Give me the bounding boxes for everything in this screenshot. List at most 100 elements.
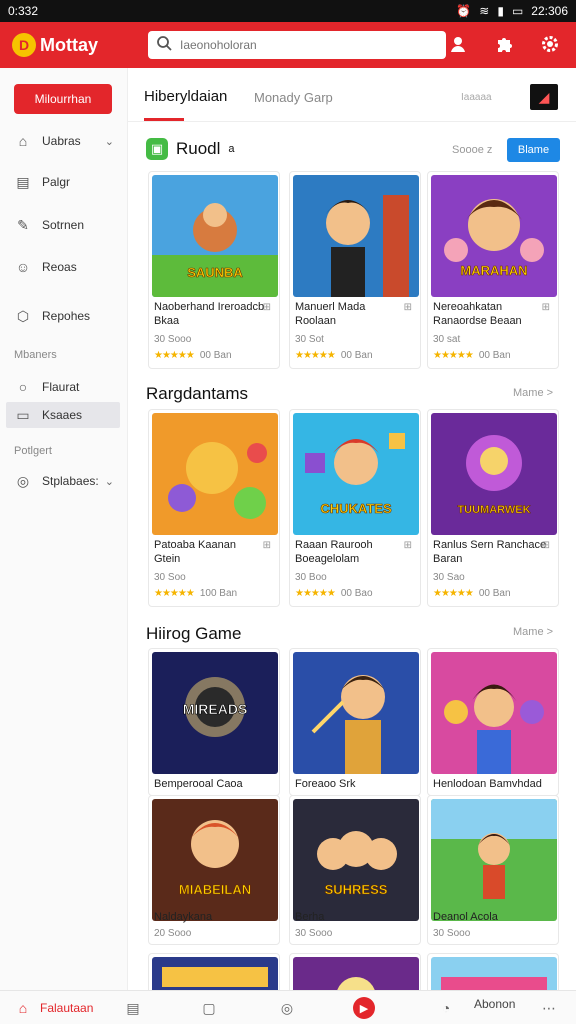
section-title-suffix: a bbox=[228, 143, 235, 155]
game-card[interactable] bbox=[427, 953, 559, 990]
timer-icon: ◔ bbox=[441, 1000, 451, 1016]
game-card[interactable]: MIREADS Bemperooal Caoa bbox=[148, 648, 280, 796]
section-badge-icon: ▣ bbox=[146, 138, 168, 160]
gear-icon[interactable] bbox=[538, 32, 562, 56]
sidebar-item-ksaaes[interactable]: ▭ Ksaaes bbox=[6, 402, 120, 428]
game-card[interactable]: MIABEILAN Naldaykana 20 Sooo bbox=[148, 795, 280, 945]
section-action-button[interactable]: Blame bbox=[507, 138, 560, 162]
star-rating-icon: ★★★★★ bbox=[154, 588, 195, 599]
game-rating-text: 00 Ban bbox=[199, 350, 232, 361]
more-options-icon[interactable]: ⊞ bbox=[404, 302, 412, 313]
game-card[interactable]: SUHRESS Berha 30 Sooo bbox=[289, 795, 421, 945]
logo-mark-icon: D bbox=[12, 33, 36, 57]
tab-extra[interactable]: Iaaaaa bbox=[461, 92, 492, 103]
alarm-icon: ⏰ bbox=[456, 4, 472, 18]
game-card[interactable]: Foreaoo Srk bbox=[289, 648, 421, 796]
sidebar-item-reoas[interactable]: ☺ Reoas bbox=[0, 252, 128, 282]
game-card[interactable]: CHUKATES Raaan Raurooh Boeagelolam 30 Bo… bbox=[289, 409, 421, 607]
game-rating: ★★★★★ 100 Ban bbox=[154, 588, 237, 599]
bottom-nav-center[interactable]: ▶ bbox=[353, 997, 375, 1019]
section-title: Rargdantams bbox=[146, 384, 248, 404]
sidebar-item-flaurat[interactable]: ○ Flaurat bbox=[0, 372, 128, 402]
thumb-title: MIABEILAN bbox=[179, 882, 251, 897]
tab-bar: Hiberyldaian Monady Garp Iaaaaa ◢ bbox=[128, 68, 576, 122]
bottom-nav-compass[interactable]: ◎ bbox=[276, 997, 298, 1019]
battery-icon: ▭ bbox=[511, 4, 524, 18]
sidebar-item-label: Palgr bbox=[42, 175, 71, 189]
folder-icon: ▭ bbox=[16, 406, 30, 423]
game-title: Deanol Acola bbox=[433, 911, 498, 923]
bottom-nav-label: Abonon bbox=[474, 997, 516, 1011]
section-title: Hiirog Game bbox=[146, 624, 241, 644]
game-thumbnail: MIABEILAN bbox=[152, 799, 278, 921]
home-icon: ⌂ bbox=[18, 1000, 28, 1016]
search-input[interactable] bbox=[180, 38, 438, 52]
game-thumbnail: SUHRESS bbox=[293, 799, 419, 921]
section-see-more-link[interactable]: Soooe z bbox=[452, 144, 492, 156]
puzzle-icon[interactable] bbox=[492, 32, 516, 56]
sidebar-item-stplabaes[interactable]: ◎ Stplabaes: ⌄ bbox=[0, 466, 128, 496]
game-card[interactable]: TUUMARWEK Ranlus Sern Ranchace Baran 30 … bbox=[427, 409, 559, 607]
game-meta: 30 Sot bbox=[295, 334, 324, 345]
game-card[interactable]: Deanol Acola 30 Sooo bbox=[427, 795, 559, 945]
app-logo[interactable]: D Mottay bbox=[12, 33, 98, 57]
game-thumbnail: TUUMARWEK bbox=[431, 413, 557, 535]
game-card[interactable]: Patoaba Kaanan Gtein 30 Soo ★★★★★ 100 Ban… bbox=[148, 409, 280, 607]
bottom-nav-document[interactable]: ▢ bbox=[198, 997, 220, 1019]
game-thumbnail: CHUKATES bbox=[293, 413, 419, 535]
more-options-icon[interactable]: ⊞ bbox=[263, 540, 271, 551]
tab-monady-garp[interactable]: Monady Garp bbox=[254, 90, 333, 105]
home-icon: ⌂ bbox=[18, 133, 28, 149]
section-title-text: Ruodl bbox=[176, 139, 221, 158]
bottom-nav-right[interactable]: Abonon bbox=[474, 997, 515, 1011]
game-card[interactable] bbox=[148, 953, 280, 990]
game-meta: 30 Sooo bbox=[295, 928, 333, 939]
game-thumbnail bbox=[431, 799, 557, 921]
sidebar-item-repohes[interactable]: ⬡ Repohes bbox=[0, 301, 128, 331]
status-bar: 0:332 ⏰ ≋ ▮ ▭ 22:306 bbox=[0, 0, 576, 22]
app-name: Mottay bbox=[40, 34, 98, 55]
compass-icon: ◎ bbox=[16, 472, 30, 489]
cube-icon: ⬡ bbox=[16, 307, 30, 324]
game-card[interactable]: MARAHAN Nereoahkatan Ranaordse Beaan 30 … bbox=[427, 171, 559, 369]
sidebar-item-uabras[interactable]: ⌂ Uabras ⌄ bbox=[0, 126, 128, 156]
game-card[interactable]: SAUNBA Naoberhand Ireroadcb Bkaa 30 Sooo… bbox=[148, 171, 280, 369]
game-title: Berha bbox=[295, 911, 325, 923]
chevron-down-icon: ⌄ bbox=[104, 135, 114, 148]
document-icon: ▤ bbox=[16, 173, 30, 190]
more-options-icon[interactable]: ⊞ bbox=[404, 540, 412, 551]
sidebar-item-sotrnen[interactable]: ✎ Sotrnen bbox=[0, 210, 128, 240]
bottom-nav-home[interactable]: ⌂ Falautaan bbox=[12, 997, 94, 1019]
bottom-nav-timer[interactable]: ◔ bbox=[435, 997, 457, 1019]
star-rating-icon: ★★★★★ bbox=[433, 588, 474, 599]
game-card[interactable] bbox=[289, 953, 421, 990]
game-thumbnail bbox=[431, 652, 557, 774]
search-icon[interactable] bbox=[156, 35, 172, 56]
status-right-time: 22:306 bbox=[531, 4, 568, 18]
sidebar-item-palgr[interactable]: ▤ Palgr bbox=[0, 167, 128, 197]
tab-hiberyldaian[interactable]: Hiberyldaian bbox=[144, 88, 227, 105]
section-title: ▣ Ruodl a bbox=[146, 138, 235, 160]
section-more-link[interactable]: Mame > bbox=[513, 387, 553, 399]
sidebar-primary-button[interactable]: Milourrhan bbox=[14, 84, 112, 114]
signal-icon: ▮ bbox=[497, 4, 504, 18]
section-more-link[interactable]: Mame > bbox=[513, 626, 553, 638]
game-controller-icon[interactable]: ◢ bbox=[530, 84, 558, 110]
star-rating-icon: ★★★★★ bbox=[154, 350, 195, 361]
sidebar-section-heading: Mbaners bbox=[14, 349, 57, 361]
game-rating: ★★★★★ 00 Ban bbox=[295, 350, 373, 361]
thumb-title: SAUNBA bbox=[187, 265, 243, 280]
more-options-icon[interactable]: ⊞ bbox=[542, 540, 550, 551]
play-icon: ▶ bbox=[353, 997, 375, 1019]
user-icon: ☺ bbox=[15, 259, 31, 275]
more-options-icon[interactable]: ⊞ bbox=[263, 302, 271, 313]
sidebar-item-label: Uabras bbox=[42, 134, 81, 148]
game-card[interactable]: Manuerl Mada Roolaan 30 Sot ★★★★★ 00 Ban … bbox=[289, 171, 421, 369]
bottom-nav-more[interactable]: ⋯ bbox=[538, 997, 560, 1019]
thumb-title: CHUKATES bbox=[320, 501, 392, 516]
bottom-nav-library[interactable]: ▤ bbox=[122, 997, 144, 1019]
more-options-icon[interactable]: ⊞ bbox=[542, 302, 550, 313]
user-icon[interactable] bbox=[446, 32, 470, 56]
game-card[interactable]: Henlodoan Bamvhdad bbox=[427, 648, 559, 796]
game-thumbnail bbox=[152, 957, 278, 990]
